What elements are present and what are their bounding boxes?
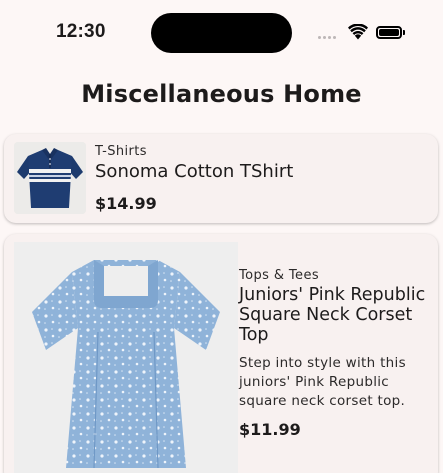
battery-icon	[376, 26, 405, 39]
status-bar: 12:30	[0, 0, 443, 66]
product-card[interactable]: Tops & Tees Juniors' Pink Republic Squar…	[4, 234, 438, 473]
product-category: Tops & Tees	[239, 268, 320, 283]
cellular-signal-icon	[318, 36, 336, 39]
wifi-icon	[348, 24, 368, 40]
product-image-polo	[14, 142, 86, 214]
product-price: $14.99	[95, 194, 157, 213]
product-card[interactable]: T-Shirts Sonoma Cotton TShirt $14.99	[4, 134, 438, 223]
product-price: $11.99	[239, 420, 301, 439]
product-image-floral-top	[14, 242, 238, 473]
product-info: Tops & Tees Juniors' Pink Republic Squar…	[239, 268, 429, 439]
product-name: Juniors' Pink Republic Square Neck Corse…	[239, 285, 426, 345]
product-name: Sonoma Cotton TShirt	[95, 161, 294, 182]
status-time: 12:30	[56, 21, 106, 42]
page-title: Miscellaneous Home	[81, 80, 362, 108]
product-category: T-Shirts	[95, 144, 147, 159]
product-info: T-Shirts Sonoma Cotton TShirt $14.99	[95, 144, 425, 213]
dynamic-island	[151, 13, 292, 53]
product-description: Step into style with this juniors' Pink …	[239, 355, 406, 409]
